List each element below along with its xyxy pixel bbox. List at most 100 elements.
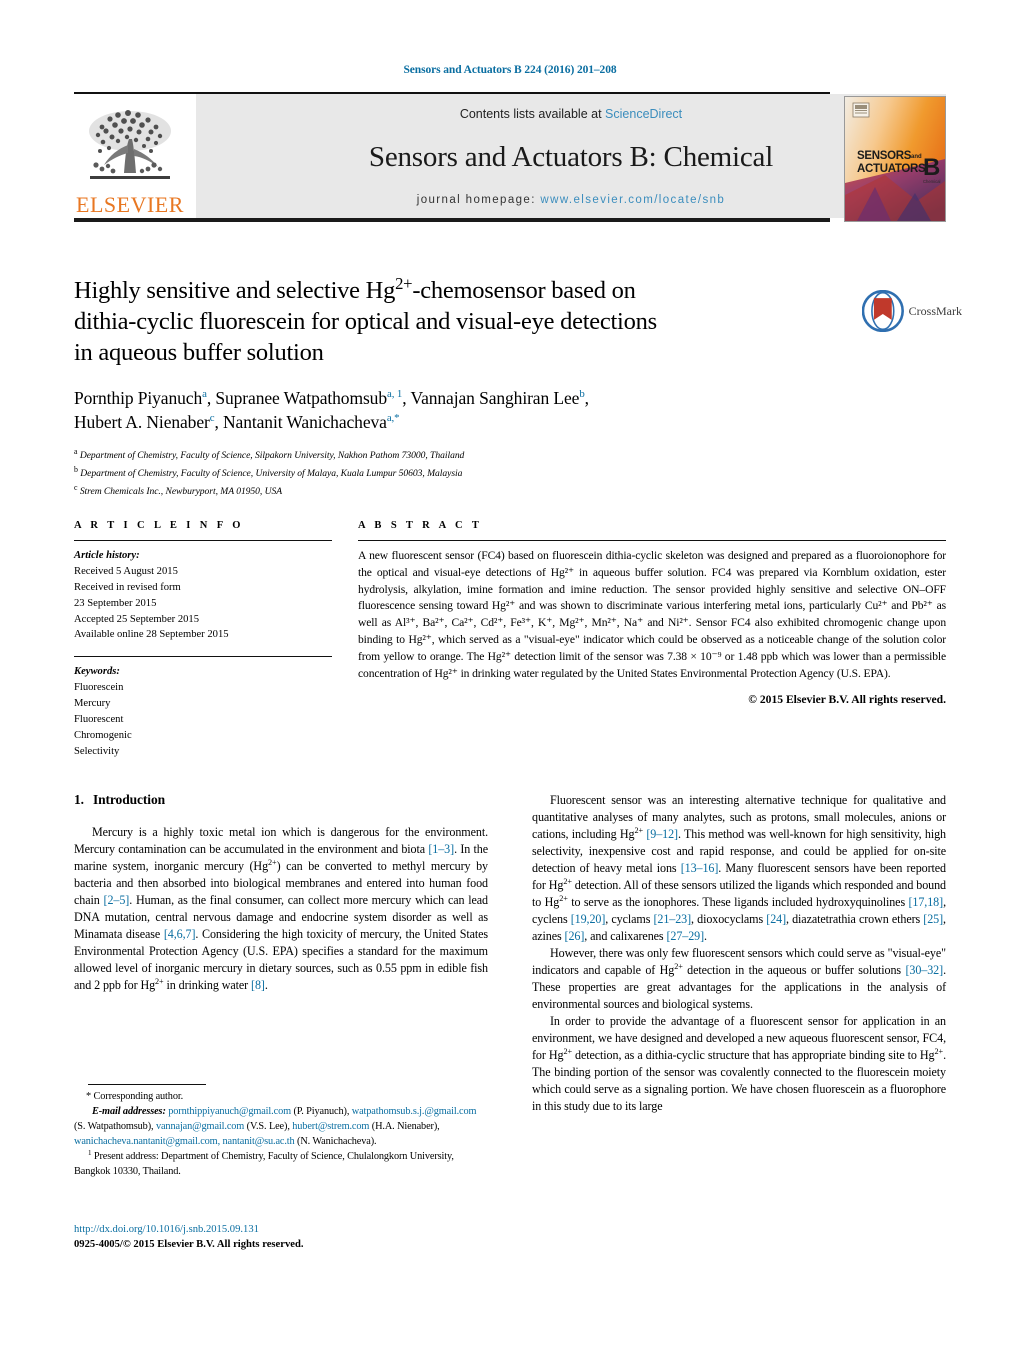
present-address-text: Present address: Department of Chemistry… [74, 1151, 454, 1178]
journal-homepage-line: journal homepage: www.elsevier.com/locat… [417, 194, 725, 206]
author-1: Pornthip Piyanuch [74, 387, 203, 408]
keyword-item: Mercury [74, 698, 111, 710]
email-link-6[interactable]: nantanit@su.ac.th [223, 1136, 295, 1147]
body-column-left: 1. Introduction Mercury is a highly toxic… [74, 792, 488, 994]
affiliation-a-mark: a [74, 447, 78, 457]
keywords-label: Keywords: [74, 666, 120, 678]
article-info-column: A R T I C L E I N F O Article history: R… [74, 520, 332, 760]
journal-masthead: ELSEVIER Contents lists available at Sci… [74, 92, 946, 222]
title-superscript-1: 2+ [395, 273, 413, 293]
journal-title: Sensors and Actuators B: Chemical [368, 141, 774, 173]
keyword-item: Fluorescent [74, 714, 124, 726]
affiliation-c-text: Strem Chemicals Inc., Newburyport, MA 01… [79, 485, 283, 497]
article-info-rule-mid [74, 656, 332, 658]
elsevier-logo: ELSEVIER [74, 94, 186, 218]
masthead-bottom-rule [74, 218, 830, 222]
author-list: Pornthip Piyanucha, Supranee Watpathomsu… [74, 386, 774, 436]
corresponding-author-note: * Corresponding author. [86, 1091, 184, 1102]
title-block: Highly sensitive and selective Hg2+-chem… [74, 273, 774, 500]
affiliation-c: c Strem Chemicals Inc., Newburyport, MA … [74, 482, 774, 500]
affiliation-b: b Department of Chemistry, Faculty of Sc… [74, 464, 774, 482]
paragraph-intro-3: However, there was only few fluorescent … [532, 945, 946, 1011]
affiliations: a Department of Chemistry, Faculty of Sc… [74, 446, 774, 499]
history-item: 23 September 2015 [74, 597, 157, 609]
author-line1-comma: , [584, 387, 589, 408]
title-line-1a: Highly sensitive and selective Hg [74, 277, 396, 304]
journal-cover-thumbnail: SENSORS and ACTUATORS B Chemical [844, 96, 946, 222]
svg-text:ACTUATORS: ACTUATORS [857, 163, 926, 175]
section-number: 1. [74, 792, 84, 807]
author-2-affil-mark[interactable]: a, 1 [387, 388, 402, 400]
corresponding-author-mark[interactable]: * [394, 413, 399, 425]
contents-prefix: Contents lists available at [459, 107, 602, 121]
email-link-1[interactable]: pornthippiyanuch@gmail.com [168, 1106, 291, 1117]
paragraph-intro-2: Fluorescent sensor was an interesting al… [532, 793, 946, 943]
email-link-5[interactable]: wanichacheva.nantanit@gmail.com, [74, 1136, 220, 1147]
abstract-heading: A B S T R A C T [358, 520, 483, 531]
abstract-rule [358, 540, 946, 541]
title-line-3: in aqueous buffer solution [74, 338, 324, 366]
history-item: Received 5 August 2015 [74, 565, 178, 577]
paper-page: Sensors and Actuators B 224 (2016) 201–2… [0, 0, 1020, 1351]
doi-link[interactable]: http://dx.doi.org/10.1016/j.snb.2015.09.… [74, 1222, 488, 1237]
issn-copyright-line: 0925-4005/© 2015 Elsevier B.V. All right… [74, 1239, 304, 1251]
running-head: Sensors and Actuators B 224 (2016) 201–2… [403, 64, 617, 76]
article-info-rule-top [74, 540, 332, 541]
elsevier-wordmark: ELSEVIER [76, 192, 184, 217]
homepage-prefix: journal homepage: [416, 194, 536, 206]
body-column-right: Fluorescent sensor was an interesting al… [532, 792, 946, 1115]
homepage-url-link[interactable]: www.elsevier.com/locate/snb [540, 194, 725, 206]
affiliation-b-text: Department of Chemistry, Faculty of Scie… [80, 468, 463, 480]
crossmark-icon [862, 290, 904, 332]
email-addresses-note: E-mail addresses: pornthippiyanuch@gmail… [74, 1104, 488, 1149]
author-3: , Vannajan Sanghiran Lee [402, 387, 580, 408]
section-title: Introduction [92, 792, 166, 807]
footnote-block: * Corresponding author. E-mail addresses… [74, 1084, 488, 1179]
present-address-marker: 1 [88, 1148, 92, 1157]
keyword-item: Chromogenic [74, 729, 132, 741]
email-owner-3: (V.S. Lee), [246, 1121, 290, 1133]
history-item: Available online 28 September 2015 [74, 629, 229, 641]
abstract-copyright: © 2015 Elsevier B.V. All rights reserved… [748, 693, 946, 707]
contents-available-line: Contents lists available at ScienceDirec… [460, 107, 682, 121]
crossmark-badge[interactable]: CrossMark [862, 288, 962, 334]
svg-text:Chemical: Chemical [923, 179, 941, 184]
elsevier-tree-icon [89, 110, 171, 179]
paragraph-intro-1: Mercury is a highly toxic metal ion whic… [74, 825, 488, 992]
email-owner-6: (N. Wanichacheva). [297, 1136, 377, 1148]
section-heading-introduction: 1. Introduction [74, 792, 488, 808]
email-link-4[interactable]: hubert@strem.com [292, 1121, 369, 1132]
affiliation-a: a Department of Chemistry, Faculty of Sc… [74, 446, 774, 464]
email-label: E-mail addresses: [92, 1106, 166, 1118]
footnote-rule [88, 1084, 206, 1085]
crossmark-label: CrossMark [908, 303, 962, 318]
email-link-3[interactable]: vannajan@gmail.com [156, 1121, 244, 1132]
article-history-label: Article history: [74, 550, 140, 561]
svg-text:and: and [911, 154, 922, 160]
email-owner-1: (P. Piyanuch), [293, 1106, 350, 1118]
email-link-2[interactable]: watpathomsub.s.j.@gmail.com [352, 1106, 477, 1117]
history-item: Received in revised form [74, 581, 181, 593]
affiliation-a-text: Department of Chemistry, Faculty of Scie… [79, 450, 465, 462]
present-address-note: 1 Present address: Department of Chemist… [74, 1149, 488, 1179]
author-4: Hubert A. Nienaber [74, 412, 210, 433]
email-owner-4: (H.A. Nienaber), [371, 1121, 440, 1133]
journal-cover-art: SENSORS and ACTUATORS B Chemical [845, 97, 945, 221]
svg-text:SENSORS: SENSORS [857, 150, 912, 162]
author-2: , Supranee Watpathomsub [206, 387, 387, 408]
doi-footer: http://dx.doi.org/10.1016/j.snb.2015.09.… [74, 1222, 488, 1253]
journal-band: Contents lists available at ScienceDirec… [196, 94, 946, 218]
keyword-item: Selectivity [74, 745, 120, 757]
email-owner-2: (S. Watpathomsub), [74, 1121, 154, 1133]
masthead-body: ELSEVIER Contents lists available at Sci… [74, 94, 946, 222]
affiliation-c-mark: c [74, 482, 78, 492]
sciencedirect-link[interactable]: ScienceDirect [605, 107, 682, 121]
svg-text:B: B [923, 154, 940, 181]
abstract-text: A new fluorescent sensor (FC4) based on … [358, 549, 946, 680]
affiliation-b-mark: b [74, 465, 78, 475]
history-item: Accepted 25 September 2015 [74, 613, 200, 625]
author-5: , Nantanit Wanichacheva [214, 412, 387, 433]
abstract-column: A B S T R A C T A new fluorescent sensor… [358, 520, 946, 706]
page-title: Highly sensitive and selective Hg2+-chem… [74, 273, 774, 369]
paragraph-intro-4: In order to provide the advantage of a f… [532, 1013, 946, 1113]
